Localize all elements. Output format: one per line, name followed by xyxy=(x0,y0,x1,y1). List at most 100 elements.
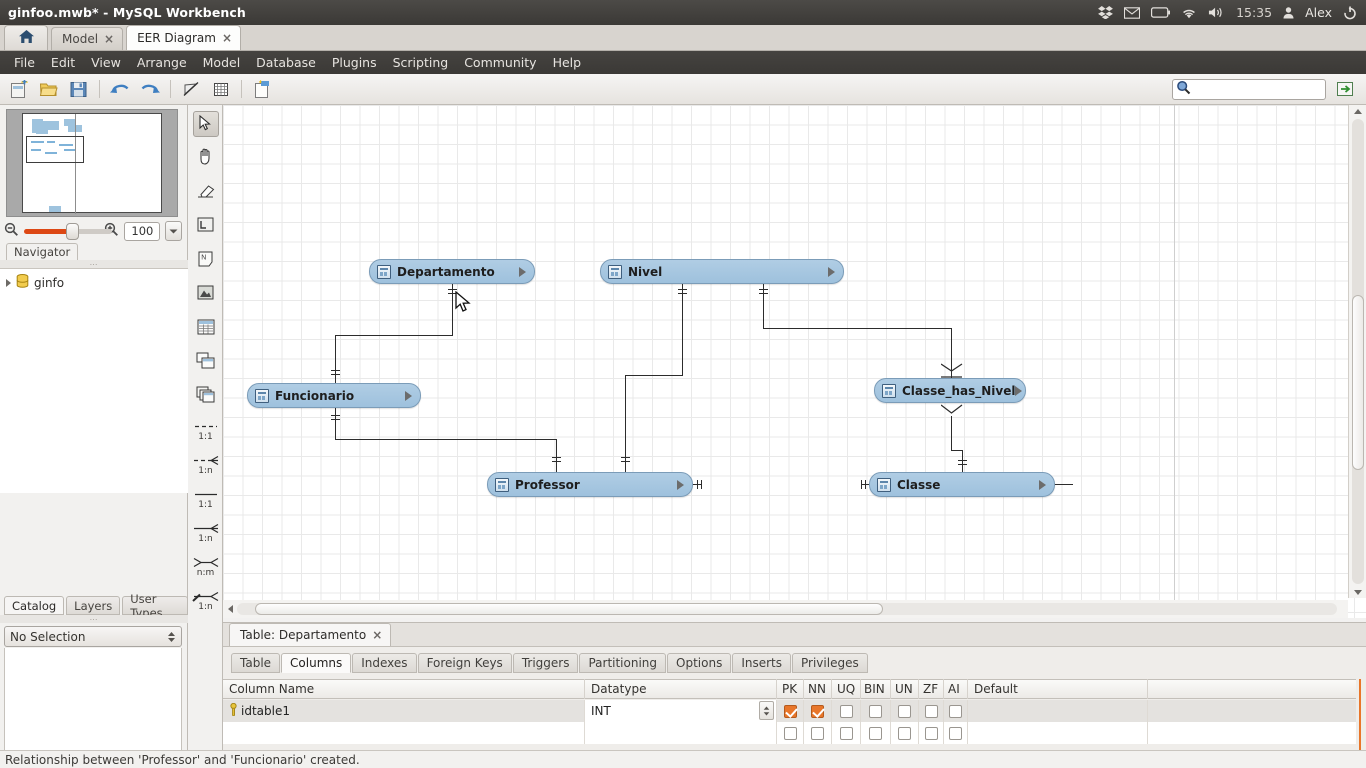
menu-database[interactable]: Database xyxy=(248,52,324,73)
image-tool[interactable] xyxy=(193,281,219,307)
subtab-foreign-keys[interactable]: Foreign Keys xyxy=(417,653,512,673)
mail-icon[interactable] xyxy=(1124,6,1141,19)
eer-diagram-canvas[interactable]: Departamento Nivel Funcionario Classe_ha… xyxy=(223,105,1366,618)
power-icon[interactable] xyxy=(1343,6,1357,20)
relationship-line[interactable] xyxy=(335,439,556,440)
rel-1-1-identifying-tool[interactable]: 1:1 xyxy=(191,417,221,445)
cell-column-name[interactable] xyxy=(223,722,585,744)
dropbox-icon[interactable] xyxy=(1098,6,1113,19)
menu-file[interactable]: File xyxy=(6,52,43,73)
col-header-column-name[interactable]: Column Name xyxy=(223,679,585,699)
clock-time[interactable]: 15:35 xyxy=(1236,5,1272,20)
col-header-datatype[interactable]: Datatype xyxy=(585,679,777,699)
table-node-classe[interactable]: Classe xyxy=(869,472,1055,497)
triangle-right-icon[interactable] xyxy=(6,278,11,287)
subtab-privileges[interactable]: Privileges xyxy=(792,653,868,673)
chevron-down-icon[interactable] xyxy=(165,221,182,241)
ai-checkbox[interactable] xyxy=(949,704,962,718)
bin-checkbox[interactable] xyxy=(869,704,882,718)
subtab-inserts[interactable]: Inserts xyxy=(732,653,792,673)
bin-checkbox[interactable] xyxy=(869,726,882,740)
uq-checkbox[interactable] xyxy=(839,726,853,740)
cell-nn[interactable] xyxy=(804,700,832,722)
sidebar-tab-user-types[interactable]: User Types xyxy=(122,592,188,620)
window-tab-model[interactable]: Model × xyxy=(51,27,124,50)
col-header-default[interactable]: Default xyxy=(968,679,1148,699)
cell-pk[interactable] xyxy=(777,722,804,744)
cell-default[interactable] xyxy=(968,722,1148,744)
volume-icon[interactable] xyxy=(1208,6,1225,19)
redo-icon[interactable] xyxy=(137,77,163,101)
pk-checkbox[interactable] xyxy=(783,726,797,740)
navigator-panel-tab[interactable]: Navigator xyxy=(6,243,79,260)
zf-checkbox[interactable] xyxy=(924,726,938,740)
note-tool[interactable]: N xyxy=(193,247,219,273)
cell-datatype[interactable] xyxy=(585,722,777,744)
routine-group-tool[interactable] xyxy=(193,383,219,409)
rel-n-m-tool[interactable]: n:m xyxy=(191,553,221,581)
triangle-right-icon[interactable] xyxy=(1015,385,1023,396)
relationship-line[interactable] xyxy=(452,284,453,336)
cell-uq[interactable] xyxy=(832,700,861,722)
relationship-line[interactable] xyxy=(951,416,952,451)
navigator-minimap[interactable] xyxy=(6,109,178,217)
scroll-left-icon[interactable] xyxy=(225,603,237,615)
table-node-nivel[interactable]: Nivel xyxy=(600,259,844,284)
home-tab[interactable] xyxy=(4,25,48,50)
table-row[interactable] xyxy=(223,722,1356,744)
subtab-columns[interactable]: Columns xyxy=(281,653,352,673)
cell-zf[interactable] xyxy=(919,700,944,722)
go-icon[interactable] xyxy=(1332,77,1358,101)
triangle-right-icon[interactable] xyxy=(828,266,835,277)
subtab-partitioning[interactable]: Partitioning xyxy=(579,653,667,673)
col-header-zf[interactable]: ZF xyxy=(919,679,944,699)
spinner-icon[interactable] xyxy=(167,631,176,643)
triangle-right-icon[interactable] xyxy=(677,479,684,490)
cell-bin[interactable] xyxy=(861,700,891,722)
menu-view[interactable]: View xyxy=(83,52,129,73)
menu-scripting[interactable]: Scripting xyxy=(385,52,457,73)
catalog-tree-item-ginfo[interactable]: ginfo xyxy=(0,269,188,291)
cell-datatype[interactable]: INT xyxy=(585,700,777,722)
relationship-line[interactable] xyxy=(335,408,336,440)
wifi-icon[interactable] xyxy=(1181,7,1197,19)
menu-plugins[interactable]: Plugins xyxy=(324,52,385,73)
selection-dropdown[interactable]: No Selection xyxy=(4,626,182,647)
cell-ai[interactable] xyxy=(944,722,968,744)
cell-uq[interactable] xyxy=(832,722,861,744)
hand-tool[interactable] xyxy=(193,145,219,171)
menu-model[interactable]: Model xyxy=(195,52,249,73)
table-tool[interactable] xyxy=(193,315,219,341)
save-model-icon[interactable] xyxy=(66,77,92,101)
table-row[interactable]: idtable1 INT xyxy=(223,700,1356,722)
vscroll-thumb[interactable] xyxy=(1352,295,1364,470)
scroll-down-icon[interactable] xyxy=(1353,586,1363,597)
relationship-line[interactable] xyxy=(625,375,626,473)
subtab-options[interactable]: Options xyxy=(667,653,732,673)
canvas-hscrollbar[interactable] xyxy=(223,600,1348,618)
subtab-table[interactable]: Table xyxy=(231,653,281,673)
close-icon[interactable]: × xyxy=(222,31,232,45)
sidebar-splitter-top[interactable]: ⋯ xyxy=(0,260,188,269)
hscroll-thumb[interactable] xyxy=(255,603,883,615)
view-tool[interactable] xyxy=(193,349,219,375)
close-icon[interactable]: × xyxy=(372,628,382,642)
uq-checkbox[interactable] xyxy=(839,704,853,718)
menu-edit[interactable]: Edit xyxy=(43,52,83,73)
toggle-page-guides-icon[interactable] xyxy=(208,77,234,101)
relationship-line[interactable] xyxy=(951,328,952,378)
menu-arrange[interactable]: Arrange xyxy=(129,52,195,73)
user-name[interactable]: Alex xyxy=(1305,5,1332,20)
ai-checkbox[interactable] xyxy=(949,726,962,740)
col-header-pk[interactable]: PK xyxy=(777,679,804,699)
triangle-right-icon[interactable] xyxy=(519,266,526,277)
cell-un[interactable] xyxy=(891,700,919,722)
triangle-right-icon[interactable] xyxy=(405,390,412,401)
relationship-line[interactable] xyxy=(763,284,764,329)
new-model-icon[interactable] xyxy=(6,77,32,101)
un-checkbox[interactable] xyxy=(898,726,911,740)
close-icon[interactable]: × xyxy=(104,32,114,46)
zoom-slider[interactable] xyxy=(24,223,112,240)
sidebar-tab-catalog[interactable]: Catalog xyxy=(4,596,65,615)
menu-help[interactable]: Help xyxy=(545,52,590,73)
